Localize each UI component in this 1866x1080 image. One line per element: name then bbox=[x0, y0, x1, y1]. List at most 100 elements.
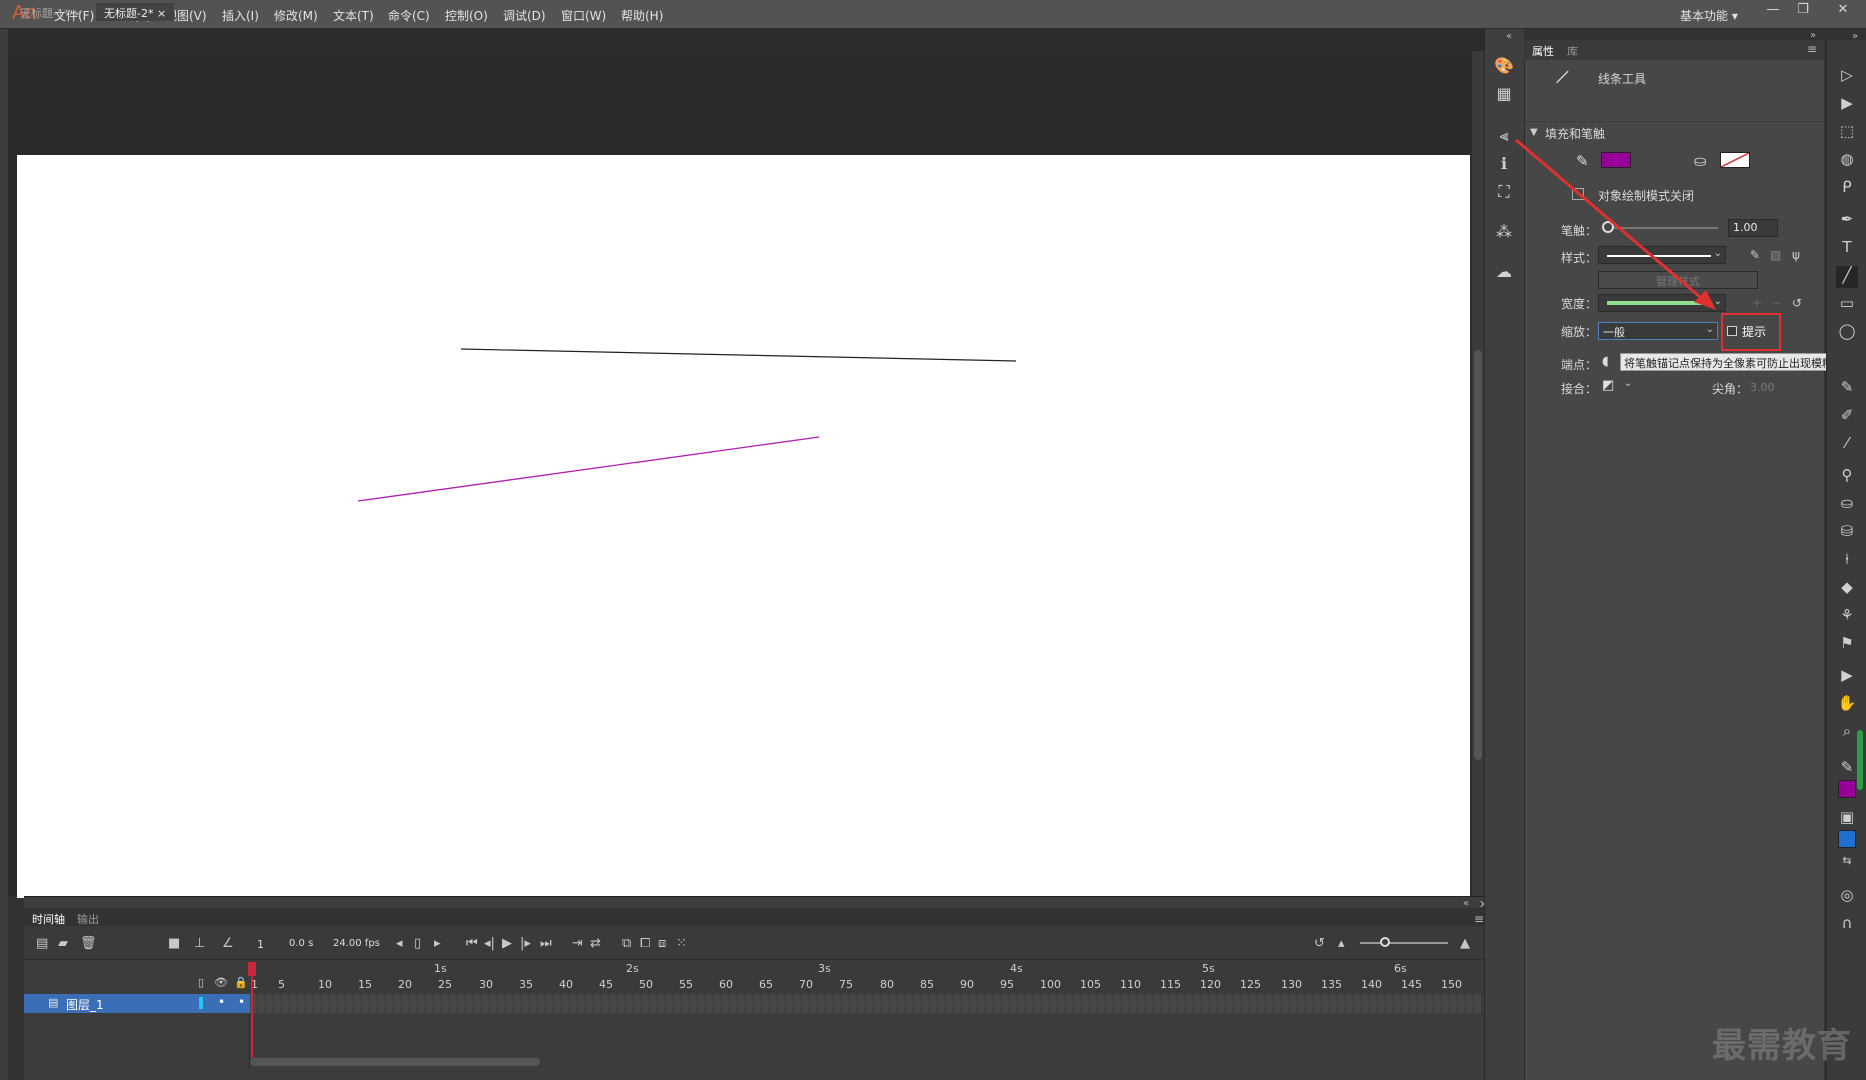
loop-icon[interactable]: ⇥ bbox=[572, 936, 583, 951]
menu-modify[interactable]: 修改(M) bbox=[274, 7, 318, 24]
visibility-dot[interactable]: • bbox=[218, 995, 225, 1009]
center-frame-icon[interactable]: ⇄ bbox=[590, 936, 601, 951]
edit-style-icon[interactable]: ✎ bbox=[1750, 248, 1760, 262]
eyedropper-icon[interactable]: ⍿ bbox=[1836, 550, 1858, 572]
edit-multiple-icon[interactable]: ⧈ bbox=[658, 936, 666, 951]
frame-number[interactable]: 1 bbox=[257, 938, 264, 951]
tab-output[interactable]: 输出 bbox=[77, 911, 99, 927]
minimize-button[interactable]: — bbox=[1762, 2, 1784, 20]
camera-icon[interactable]: ■ bbox=[168, 936, 180, 951]
menu-insert[interactable]: 插入(I) bbox=[222, 7, 259, 24]
stage-canvas[interactable] bbox=[17, 155, 1470, 898]
join-icon[interactable]: ◩ bbox=[1602, 378, 1614, 393]
cap-round-icon[interactable]: ◖ bbox=[1602, 354, 1609, 369]
play-icon[interactable]: ▶ bbox=[502, 936, 512, 951]
fill-color-swatch[interactable] bbox=[1720, 152, 1750, 168]
timeline-scrollbar[interactable] bbox=[250, 1058, 540, 1066]
outline-icon[interactable]: ▯ bbox=[198, 976, 204, 989]
menu-control[interactable]: 控制(O) bbox=[445, 7, 488, 24]
panel-menu-icon[interactable]: ≡ bbox=[1474, 912, 1484, 926]
menu-debug[interactable]: 调试(D) bbox=[503, 7, 546, 24]
reset-icon[interactable]: ↺ bbox=[1792, 296, 1802, 310]
graph-icon[interactable]: ∠ bbox=[222, 936, 234, 951]
lasso-icon[interactable]: ᑭ bbox=[1836, 178, 1858, 200]
onion-skin-icon[interactable]: ⧉ bbox=[622, 936, 631, 951]
selection-tool-icon[interactable]: ▷ bbox=[1836, 66, 1858, 88]
keyframe-icon[interactable]: ▯ bbox=[414, 936, 421, 951]
add-width-icon[interactable]: + bbox=[1752, 296, 1762, 310]
subselection-tool-icon[interactable]: ▶ bbox=[1836, 94, 1858, 116]
close-icon[interactable]: × bbox=[73, 7, 82, 20]
menu-window[interactable]: 窗口(W) bbox=[561, 7, 606, 24]
hint-checkbox[interactable] bbox=[1727, 326, 1737, 336]
tab-properties[interactable]: 属性 bbox=[1532, 43, 1554, 59]
swap-colors-icon[interactable]: ⇆ bbox=[1836, 854, 1858, 876]
stroke-width-field[interactable]: 1.00 bbox=[1728, 219, 1778, 237]
copy-style-icon[interactable]: ▧ bbox=[1770, 248, 1781, 262]
zoom-in-icon[interactable]: ▲ bbox=[1460, 936, 1470, 951]
swatches-icon[interactable]: ▦ bbox=[1494, 84, 1514, 104]
zoom-slider-track[interactable] bbox=[1360, 942, 1448, 944]
lock-icon[interactable]: 🔒 bbox=[234, 976, 248, 989]
playhead-handle[interactable] bbox=[248, 962, 256, 976]
onion-marker-icon[interactable]: ⁙ bbox=[676, 936, 687, 951]
remove-width-icon[interactable]: − bbox=[1772, 296, 1782, 310]
chevron-down-icon[interactable]: ⌄ bbox=[1624, 378, 1632, 389]
eye-icon[interactable]: 👁 bbox=[214, 976, 228, 989]
first-frame-icon[interactable]: ⏮ bbox=[466, 936, 478, 951]
width-tool-icon[interactable]: ⚘ bbox=[1836, 606, 1858, 628]
prev-keyframe-icon[interactable]: ◂ bbox=[396, 936, 403, 951]
collapse-icon[interactable]: « bbox=[1463, 898, 1469, 909]
delete-icon[interactable]: 🗑 bbox=[80, 936, 97, 951]
menu-text[interactable]: 文本(T) bbox=[333, 7, 374, 24]
next-keyframe-icon[interactable]: ▸ bbox=[434, 936, 441, 951]
collapse-icon[interactable]: » bbox=[1810, 30, 1816, 41]
undo-icon[interactable]: ↺ bbox=[1314, 936, 1325, 951]
paint-bucket-tool-icon[interactable]: ⛀ bbox=[1836, 494, 1858, 516]
parenting-icon[interactable]: ⊥ bbox=[194, 936, 205, 951]
brush-tool-icon[interactable]: ✐ bbox=[1836, 406, 1858, 428]
stroke-color-tool-swatch[interactable] bbox=[1838, 780, 1856, 798]
panel-menu-icon[interactable]: ≡ bbox=[1807, 42, 1817, 56]
oval-tool-icon[interactable]: ◯ bbox=[1836, 322, 1858, 344]
step-forward-icon[interactable]: |▸ bbox=[520, 936, 531, 951]
close-icon[interactable]: × bbox=[157, 7, 166, 20]
time-readout[interactable]: 0.0 s bbox=[289, 938, 313, 949]
miter-field[interactable]: 3.00 bbox=[1750, 381, 1775, 394]
collapse-icon[interactable]: « bbox=[1506, 31, 1512, 42]
tab-untitled-1[interactable]: 无标题-1* × bbox=[12, 3, 90, 21]
lock-dot[interactable]: • bbox=[238, 995, 245, 1009]
black-line-shape[interactable] bbox=[460, 348, 1017, 362]
layer-row[interactable]: ▤ 图层_1 • • bbox=[24, 994, 250, 1013]
tab-library[interactable]: 库 bbox=[1567, 43, 1578, 59]
new-layer-icon[interactable]: ▤ bbox=[36, 936, 48, 951]
menu-command[interactable]: 命令(C) bbox=[388, 7, 430, 24]
collapse-icon[interactable]: » bbox=[1852, 31, 1858, 42]
layer-frames[interactable] bbox=[250, 994, 1482, 1013]
menu-help[interactable]: 帮助(H) bbox=[621, 7, 663, 24]
pencil-tool-icon[interactable]: ✎ bbox=[1836, 378, 1858, 400]
pen-tool-icon[interactable]: ✒ bbox=[1836, 210, 1858, 232]
magnet-icon[interactable]: ∩ bbox=[1836, 914, 1858, 936]
step-back-icon[interactable]: ◂| bbox=[484, 936, 495, 951]
new-folder-icon[interactable]: ▰ bbox=[58, 936, 68, 951]
rectangle-tool-icon[interactable]: ▭ bbox=[1836, 294, 1858, 316]
line-tool-icon[interactable]: ╱ bbox=[1836, 266, 1858, 288]
zoom-slider-thumb[interactable] bbox=[1380, 937, 1390, 947]
3d-rotation-icon[interactable]: ◍ bbox=[1836, 150, 1858, 172]
paint-brush-icon[interactable]: ⁄ bbox=[1836, 434, 1858, 456]
tab-timeline[interactable]: 时间轴 bbox=[32, 911, 65, 927]
fill-color-tool-swatch[interactable] bbox=[1838, 830, 1856, 848]
camera-tool-icon[interactable]: ▶ bbox=[1836, 666, 1858, 688]
text-tool-icon[interactable]: T bbox=[1836, 238, 1858, 260]
restore-button[interactable]: ❐ bbox=[1792, 2, 1814, 20]
onion-outline-icon[interactable]: ⧠ bbox=[640, 936, 650, 951]
eraser-icon[interactable]: ◆ bbox=[1836, 578, 1858, 600]
pin-tool-icon[interactable]: ⚑ bbox=[1836, 634, 1858, 656]
zoom-tool-icon[interactable]: ⌕ bbox=[1836, 722, 1858, 744]
scale-dropdown[interactable]: 一般 ⌄ bbox=[1598, 322, 1718, 340]
purple-line-shape[interactable] bbox=[357, 436, 820, 502]
bone-tool-icon[interactable]: ⚲ bbox=[1836, 466, 1858, 488]
hand-tool-icon[interactable]: ✋ bbox=[1836, 694, 1858, 716]
workspace-switcher[interactable]: 基本功能 ▾ bbox=[1680, 7, 1738, 24]
